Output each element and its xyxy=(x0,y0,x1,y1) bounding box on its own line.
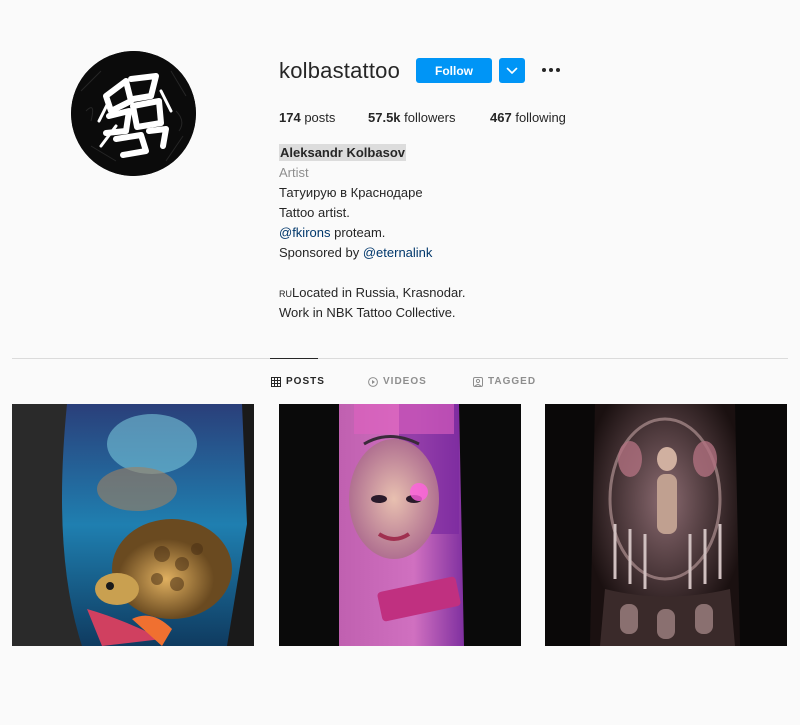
kolba-logo-image xyxy=(71,51,196,176)
biomech-tattoo-image xyxy=(545,404,787,646)
bio-line-3: @fkirons proteam. xyxy=(279,223,465,243)
bio-line-2: Tattoo artist. xyxy=(279,205,350,220)
bio-line-4: Sponsored by @eternalink xyxy=(279,243,465,263)
posts-stat: 174 posts xyxy=(279,109,335,127)
profile-full-name: Aleksandr Kolbasov xyxy=(279,144,406,161)
bio-line-5: RULocated in Russia, Krasnodar. xyxy=(279,283,465,303)
profile-bio: Aleksandr Kolbasov Artist Татуирую в Кра… xyxy=(279,143,465,323)
followers-stat[interactable]: 57.5k followers xyxy=(368,109,455,127)
tab-tagged[interactable]: TAGGED xyxy=(473,376,536,388)
mention-fkirons-link[interactable]: @fkirons xyxy=(279,225,331,240)
following-stat[interactable]: 467 following xyxy=(490,109,566,127)
profile-avatar[interactable] xyxy=(71,51,196,176)
post-thumbnail[interactable] xyxy=(12,404,254,646)
bio-line-6: Work in NBK Tattoo Collective. xyxy=(279,305,456,320)
play-icon xyxy=(368,377,378,387)
tab-videos[interactable]: VIDEOS xyxy=(368,376,427,388)
tab-videos-label: VIDEOS xyxy=(383,376,427,387)
profile-category: Artist xyxy=(279,165,309,180)
tab-tagged-label: TAGGED xyxy=(488,376,537,387)
bio-line-5-text: Located in Russia, Krasnodar. xyxy=(292,285,466,300)
sea-turtle-tattoo-image xyxy=(12,404,254,646)
bio-blank-line xyxy=(279,263,465,283)
bio-line-1: Татуирую в Краснодаре xyxy=(279,185,423,200)
more-options-button[interactable] xyxy=(539,60,563,80)
followers-label: followers xyxy=(404,110,456,125)
tab-posts[interactable]: POSTS xyxy=(271,376,325,388)
posts-count: 174 xyxy=(279,110,301,125)
portrait-tattoo-image xyxy=(279,404,521,646)
posts-label: posts xyxy=(304,110,336,125)
post-thumbnail[interactable] xyxy=(279,404,521,646)
tabs-divider xyxy=(12,358,788,359)
following-label: following xyxy=(515,110,566,125)
active-tab-indicator xyxy=(270,358,318,359)
profile-username: kolbastattoo xyxy=(279,58,401,83)
ru-flag-text: RU xyxy=(279,289,292,299)
chevron-down-icon xyxy=(506,67,518,74)
more-options-icon xyxy=(542,68,560,72)
grid-icon xyxy=(271,377,281,387)
tag-icon xyxy=(473,377,483,387)
post-thumbnail[interactable] xyxy=(545,404,787,646)
bio-line-4-text: Sponsored by xyxy=(279,245,363,260)
following-count: 467 xyxy=(490,110,512,125)
tab-posts-label: POSTS xyxy=(286,376,325,387)
mention-eternalink-link[interactable]: @eternalink xyxy=(363,245,433,260)
bio-line-3-text: proteam. xyxy=(330,225,386,240)
followers-count: 57.5k xyxy=(368,110,401,125)
follow-button[interactable]: Follow xyxy=(416,58,492,83)
suggested-accounts-button[interactable] xyxy=(499,58,525,83)
